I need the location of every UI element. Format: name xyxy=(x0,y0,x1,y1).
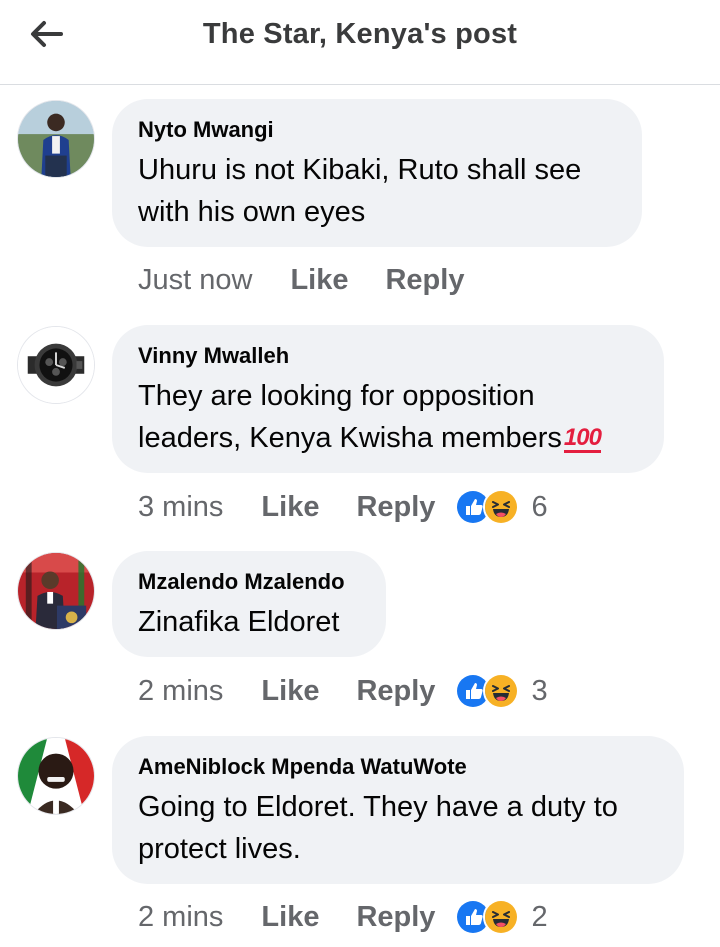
avatar[interactable] xyxy=(17,100,95,178)
page-title: The Star, Kenya's post xyxy=(202,18,518,50)
reply-button[interactable]: Reply xyxy=(356,675,435,708)
haha-icon xyxy=(483,489,520,525)
reply-button[interactable]: Reply xyxy=(356,491,435,524)
like-button[interactable]: Like xyxy=(261,675,319,708)
comment-time[interactable]: 3 mins xyxy=(138,491,223,524)
like-button[interactable]: Like xyxy=(290,264,348,297)
reaction-summary[interactable]: 6 xyxy=(455,489,548,525)
comment-author[interactable]: Nyto Mwangi xyxy=(138,117,614,143)
reaction-count: 6 xyxy=(531,490,548,523)
comment-text: Going to Eldoret. They have a duty to pr… xyxy=(138,791,618,865)
avatar-photo xyxy=(18,553,94,629)
hundred-points-emoji: 100 xyxy=(563,424,602,453)
avatar-photo xyxy=(18,327,94,403)
avatar-photo xyxy=(18,738,94,814)
reaction-count: 3 xyxy=(531,674,548,707)
like-button[interactable]: Like xyxy=(261,901,319,934)
comment-time[interactable]: 2 mins xyxy=(138,901,223,934)
comment-actions: 2 mins Like Reply 2 xyxy=(138,897,548,937)
haha-icon xyxy=(483,899,520,935)
reaction-summary[interactable]: 3 xyxy=(455,673,548,709)
avatar[interactable] xyxy=(17,737,95,815)
reply-button[interactable]: Reply xyxy=(356,901,435,934)
comment-time[interactable]: 2 mins xyxy=(138,675,223,708)
comment-text: Uhuru is not Kibaki, Ruto shall see with… xyxy=(138,154,582,228)
avatar[interactable] xyxy=(17,552,95,630)
comment-bubble[interactable]: Vinny Mwalleh They are looking for oppos… xyxy=(112,325,664,473)
comment-author[interactable]: Vinny Mwalleh xyxy=(138,343,636,369)
comment-text: They are looking for opposition leaders,… xyxy=(138,380,562,454)
comment-author[interactable]: Mzalendo Mzalendo xyxy=(138,569,358,595)
avatar[interactable] xyxy=(17,326,95,404)
reaction-count: 2 xyxy=(531,900,548,933)
top-bar: The Star, Kenya's post xyxy=(0,0,720,85)
comment-bubble[interactable]: Mzalendo Mzalendo Zinafika Eldoret xyxy=(112,551,386,657)
comment-time[interactable]: Just now xyxy=(138,264,252,297)
comment-author[interactable]: AmeNiblock Mpenda WatuWote xyxy=(138,754,656,780)
comment-text-wrapper: They are looking for opposition leaders,… xyxy=(138,375,636,459)
reply-button[interactable]: Reply xyxy=(385,264,464,297)
avatar-photo xyxy=(18,101,94,177)
comment-bubble[interactable]: Nyto Mwangi Uhuru is not Kibaki, Ruto sh… xyxy=(112,99,642,247)
comment-actions: 2 mins Like Reply 3 xyxy=(138,671,548,711)
like-button[interactable]: Like xyxy=(261,491,319,524)
haha-icon xyxy=(483,673,520,709)
reaction-summary[interactable]: 2 xyxy=(455,899,548,935)
comment-actions: Just now Like Reply xyxy=(138,260,484,300)
comment-text: Zinafika Eldoret xyxy=(138,606,340,638)
comment-actions: 3 mins Like Reply 6 xyxy=(138,487,548,527)
comment-bubble[interactable]: AmeNiblock Mpenda WatuWote Going to Eldo… xyxy=(112,736,684,884)
